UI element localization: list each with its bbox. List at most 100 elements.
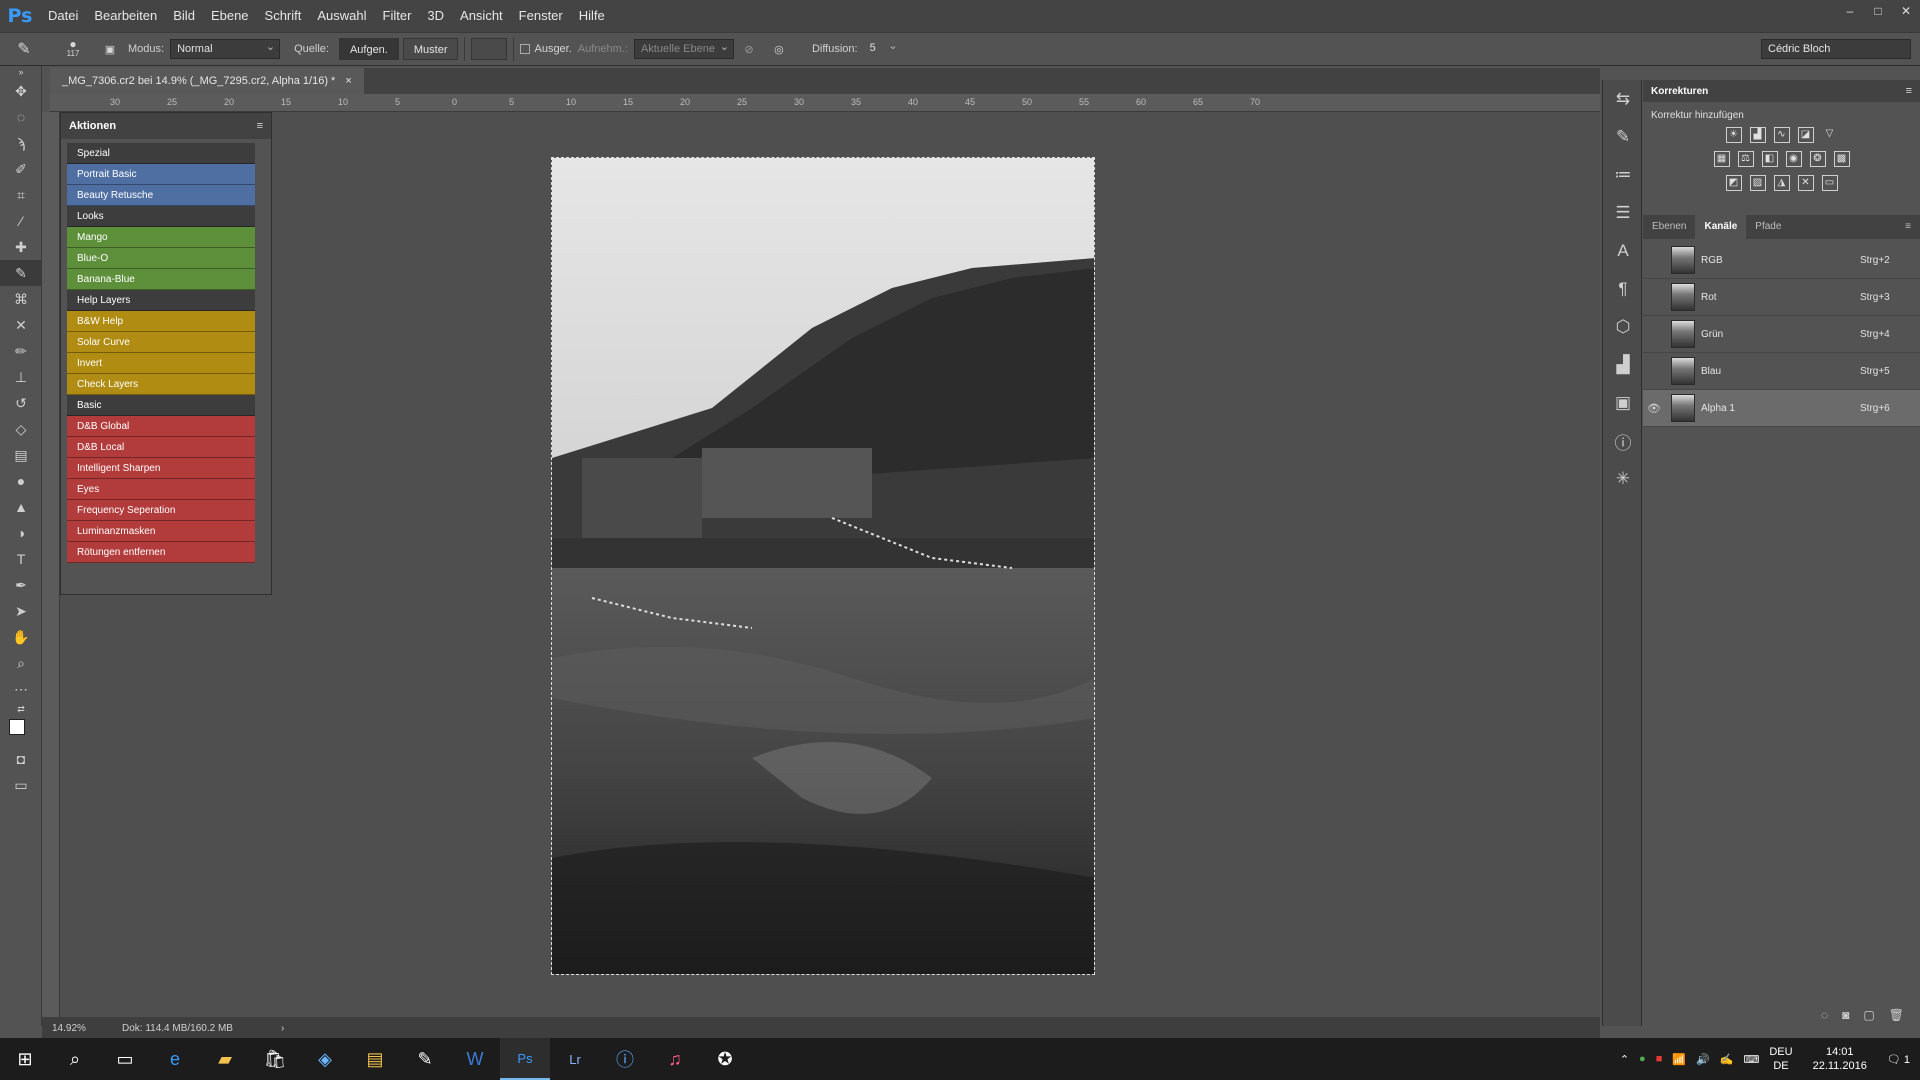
aligned-checkbox[interactable]: [520, 44, 531, 54]
action-item[interactable]: Spezial: [67, 143, 255, 164]
close-window-button[interactable]: ✕: [1892, 0, 1920, 22]
action-item[interactable]: Help Layers: [67, 290, 255, 311]
maximize-button[interactable]: □: [1864, 0, 1892, 22]
channel-row[interactable]: RGB Strg+2: [1643, 242, 1920, 279]
crop-tool-icon[interactable]: ⌗: [0, 182, 42, 208]
action-item[interactable]: Looks: [67, 206, 255, 227]
steam-icon[interactable]: ◈: [300, 1038, 350, 1080]
menu-3d[interactable]: 3D: [419, 0, 452, 32]
tray-expand-icon[interactable]: ⌃: [1620, 1053, 1629, 1066]
action-item[interactable]: Solar Curve: [67, 332, 255, 353]
brush-settings-dock-icon[interactable]: ✎: [1603, 118, 1643, 156]
source-pattern-button[interactable]: Muster: [402, 38, 459, 60]
action-item[interactable]: D&B Local: [67, 437, 255, 458]
action-item[interactable]: Beauty Retusche: [67, 185, 255, 206]
screen-mode-icon[interactable]: ▭: [0, 772, 42, 798]
menu-bearbeiten[interactable]: Bearbeiten: [86, 0, 165, 32]
shield-icon[interactable]: ●: [1639, 1053, 1646, 1065]
ignore-adjustment-icon[interactable]: ⊘: [734, 43, 764, 56]
lightroom-taskbar-icon[interactable]: Lr: [550, 1038, 600, 1080]
levels-icon[interactable]: ▟: [1749, 127, 1766, 143]
action-item[interactable]: Invert: [67, 353, 255, 374]
3d-icon[interactable]: ⬡: [1603, 308, 1643, 346]
more-tools-icon[interactable]: ⋯: [0, 676, 42, 702]
quick-mask-icon[interactable]: ◘: [0, 746, 42, 772]
menu-datei[interactable]: Datei: [40, 0, 86, 32]
swap-colors-icon[interactable]: ⇄: [0, 702, 42, 716]
action-item[interactable]: D&B Global: [67, 416, 255, 437]
vibrance-icon[interactable]: ▽: [1822, 127, 1838, 143]
healing-brush-tool-icon[interactable]: ✎: [0, 39, 48, 59]
file-explorer-icon[interactable]: ▰: [200, 1038, 250, 1080]
workspace-user-select[interactable]: Cédric Bloch: [1761, 39, 1911, 59]
adjust-icon[interactable]: ≔: [1603, 156, 1643, 194]
action-item[interactable]: Check Layers: [67, 374, 255, 395]
keyboard-icon[interactable]: ⌨: [1743, 1053, 1759, 1066]
eyedropper-tool-icon[interactable]: ⁄: [0, 208, 42, 234]
app-icon[interactable]: ✎: [400, 1038, 450, 1080]
color-swatches[interactable]: [0, 716, 42, 746]
paragraph-icon[interactable]: ¶: [1603, 270, 1643, 308]
character-icon[interactable]: A: [1603, 232, 1643, 270]
action-item[interactable]: Frequency Seperation: [67, 500, 255, 521]
itunes-icon[interactable]: ♫: [650, 1038, 700, 1080]
panel-menu-icon[interactable]: ≡: [257, 120, 263, 132]
patch-tool-icon[interactable]: ⌘: [0, 286, 42, 312]
store-icon[interactable]: 🛍: [250, 1038, 300, 1080]
channel-row[interactable]: Rot Strg+3: [1643, 279, 1920, 316]
gradient-map-icon[interactable]: ▭: [1821, 175, 1838, 191]
blur-tool-icon[interactable]: ●: [0, 468, 42, 494]
sample-select[interactable]: Aktuelle Ebene: [633, 38, 734, 59]
burn-tool-icon[interactable]: ◑: [0, 520, 42, 546]
source-sampled-button[interactable]: Aufgen.: [338, 38, 399, 60]
pen-tool-icon[interactable]: ✒: [0, 572, 42, 598]
exposure-icon[interactable]: ◪: [1797, 127, 1814, 143]
channel-mixer-icon[interactable]: ❂: [1809, 151, 1826, 167]
action-item[interactable]: Portrait Basic: [67, 164, 255, 185]
action-item[interactable]: Banana-Blue: [67, 269, 255, 290]
hue-saturation-icon[interactable]: ▦: [1713, 151, 1730, 167]
pressure-size-icon[interactable]: ◎: [764, 43, 794, 56]
mode-select[interactable]: Normal: [170, 38, 281, 59]
action-item[interactable]: B&W Help: [67, 311, 255, 332]
load-selection-icon[interactable]: ◌: [1821, 1008, 1828, 1026]
marquee-tool-icon[interactable]: ◌: [0, 104, 42, 130]
new-channel-icon[interactable]: ▢: [1863, 1008, 1874, 1026]
network-icon[interactable]: 📶: [1672, 1053, 1686, 1066]
misc-app-icon[interactable]: ✪: [700, 1038, 750, 1080]
start-button-icon[interactable]: ⊞: [0, 1038, 50, 1080]
brush-settings-icon[interactable]: ▣: [98, 43, 122, 56]
spot-healing-tool-icon[interactable]: ✚: [0, 234, 42, 260]
action-item[interactable]: Luminanzmasken: [67, 521, 255, 542]
document-tab[interactable]: _MG_7306.cr2 bei 14.9% (_MG_7295.cr2, Al…: [50, 68, 364, 94]
content-aware-move-icon[interactable]: ✕: [0, 312, 42, 338]
zoom-tool-icon[interactable]: ⌕: [0, 650, 42, 676]
photoshop-taskbar-icon[interactable]: Ps: [500, 1038, 550, 1080]
folder-icon[interactable]: ▤: [350, 1038, 400, 1080]
move-tool-icon[interactable]: ✥: [0, 78, 42, 104]
status-menu-arrow-icon[interactable]: ›: [281, 1023, 284, 1034]
menu-bild[interactable]: Bild: [165, 0, 203, 32]
visibility-eye-icon[interactable]: 👁: [1643, 402, 1665, 415]
tab-paths[interactable]: Pfade: [1746, 215, 1790, 239]
color-lookup-icon[interactable]: ▩: [1833, 151, 1850, 167]
hand-tool-icon[interactable]: ✋: [0, 624, 42, 650]
clone-stamp-tool-icon[interactable]: ⊥: [0, 364, 42, 390]
antivirus-icon[interactable]: ■: [1656, 1053, 1663, 1065]
search-icon[interactable]: ⌕: [50, 1038, 100, 1080]
pattern-picker[interactable]: [471, 38, 508, 60]
histogram-icon[interactable]: ▟: [1603, 346, 1643, 384]
history-brush-tool-icon[interactable]: ↺: [0, 390, 42, 416]
menu-filter[interactable]: Filter: [375, 0, 420, 32]
properties-icon[interactable]: ▣: [1603, 384, 1643, 422]
info-icon[interactable]: ⓘ: [1603, 422, 1643, 460]
dodge-tool-icon[interactable]: ▲: [0, 494, 42, 520]
panel-menu-icon[interactable]: ≡: [1906, 85, 1912, 97]
menu-schrift[interactable]: Schrift: [257, 0, 310, 32]
menu-fenster[interactable]: Fenster: [511, 0, 571, 32]
brightness-icon[interactable]: ☀: [1725, 127, 1742, 143]
photo-filter-icon[interactable]: ◉: [1785, 151, 1802, 167]
document-tab-close-icon[interactable]: ×: [345, 68, 351, 94]
brush-tool-icon[interactable]: ✏: [0, 338, 42, 364]
menu-ebene[interactable]: Ebene: [203, 0, 257, 32]
